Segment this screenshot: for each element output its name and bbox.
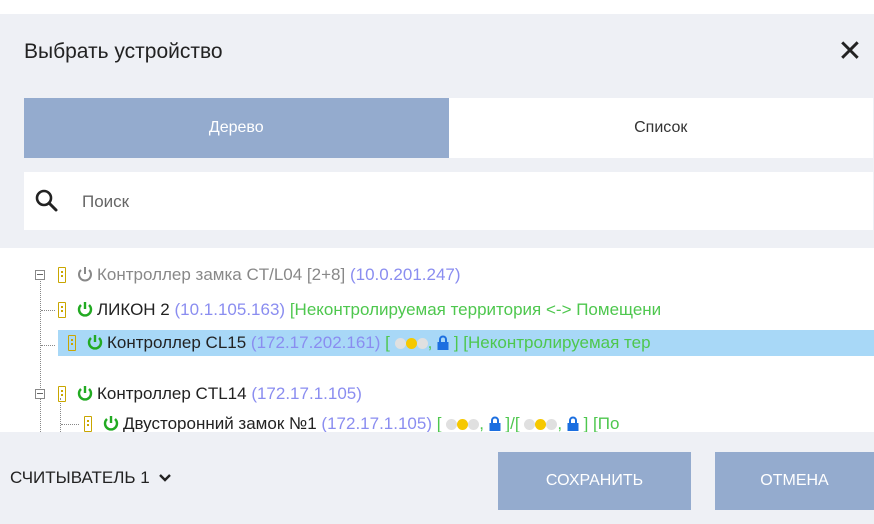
- search-icon: [35, 189, 58, 212]
- indicator-on-icon: [457, 419, 469, 430]
- zone-label: [Неконтролируемая территория <-> Помещен…: [289, 300, 662, 319]
- dialog-footer: СЧИТЫВАТЕЛЬ 1 СОХРАНИТЬ ОТМЕНА: [0, 432, 874, 524]
- controller-icon: [58, 386, 66, 402]
- separator: ,: [479, 414, 484, 433]
- tree-connector: [41, 310, 55, 311]
- reader-select[interactable]: СЧИТЫВАТЕЛЬ 1: [10, 468, 172, 488]
- tree-connector: [61, 424, 79, 425]
- device-ip: (172.17.1.105): [321, 414, 433, 433]
- cancel-button[interactable]: ОТМЕНА: [715, 452, 874, 510]
- device-ip: (10.0.201.247): [349, 265, 461, 284]
- tree-item[interactable]: Контроллер CTL14 (172.17.1.105): [58, 381, 362, 407]
- tree-connector: [41, 345, 55, 346]
- tree-item-selected[interactable]: Контроллер CL15 (172.17.202.161) [ , ] […: [58, 330, 874, 356]
- bracket: [: [436, 414, 442, 433]
- bracket: ]: [583, 414, 589, 433]
- device-ip: (172.17.202.161): [250, 333, 381, 352]
- collapse-icon[interactable]: [35, 270, 45, 280]
- lock-icon: [489, 416, 501, 431]
- controller-icon: [68, 335, 76, 351]
- device-name: Контроллер CTL14: [97, 384, 247, 403]
- separator: ,: [557, 414, 563, 433]
- search-input[interactable]: [80, 182, 864, 222]
- tree-item[interactable]: Контроллер замка CT/L04 [2+8] (10.0.201.…: [58, 262, 461, 288]
- indicator-off-icon: [416, 338, 428, 349]
- power-icon: [87, 335, 103, 350]
- collapse-icon[interactable]: [35, 389, 45, 399]
- indicator-off-icon: [394, 338, 406, 349]
- power-icon: [77, 302, 93, 317]
- tab-tree[interactable]: Дерево: [24, 98, 449, 158]
- close-icon[interactable]: ✕: [832, 34, 868, 70]
- power-icon: [103, 416, 119, 431]
- device-ip: (10.1.105.163): [174, 300, 286, 319]
- device-name: Контроллер CL15: [107, 333, 247, 352]
- indicator-on-icon: [405, 338, 417, 349]
- separator: ,: [427, 333, 433, 352]
- reader-label: СЧИТЫВАТЕЛЬ 1: [10, 468, 150, 487]
- indicator-on-icon: [535, 419, 547, 430]
- device-name: Контроллер замка CT/L04 [2+8]: [97, 265, 346, 284]
- select-device-dialog: Выбрать устройство ✕ Дерево Список Контр…: [0, 14, 874, 524]
- zone-label: [По: [593, 414, 620, 433]
- bracket: [: [514, 414, 520, 433]
- dialog-title: Выбрать устройство: [24, 40, 223, 63]
- lock-icon: [437, 335, 449, 350]
- zone-label: [Неконтролируемая тер: [463, 333, 651, 352]
- save-button[interactable]: СОХРАНИТЬ: [498, 452, 691, 510]
- chevron-down-icon: [158, 474, 171, 482]
- indicator-off-icon: [446, 419, 458, 430]
- view-tabs: Дерево Список: [24, 98, 873, 158]
- power-icon: [77, 386, 93, 401]
- controller-icon: [58, 267, 66, 283]
- power-icon: [78, 267, 92, 282]
- device-tree: Контроллер замка CT/L04 [2+8] (10.0.201.…: [0, 248, 874, 446]
- controller-icon: [58, 302, 66, 318]
- device-name: Двусторонний замок №1: [123, 414, 317, 433]
- indicator-off-icon: [468, 419, 480, 430]
- background-page-strip: [0, 0, 874, 14]
- tab-list[interactable]: Список: [448, 98, 873, 158]
- indicator-off-icon: [524, 419, 536, 430]
- indicator-off-icon: [546, 419, 558, 430]
- dialog-header: Выбрать устройство ✕: [0, 14, 874, 86]
- device-ip: (172.17.1.105): [251, 384, 362, 403]
- device-name: ЛИКОН 2: [97, 300, 170, 319]
- bracket: [: [385, 333, 390, 352]
- tree-item[interactable]: ЛИКОН 2 (10.1.105.163) [Неконтролируемая…: [58, 297, 661, 323]
- controller-icon: [84, 416, 92, 432]
- bracket: ]: [453, 333, 459, 352]
- search-box: [24, 172, 873, 230]
- lock-icon: [567, 416, 579, 431]
